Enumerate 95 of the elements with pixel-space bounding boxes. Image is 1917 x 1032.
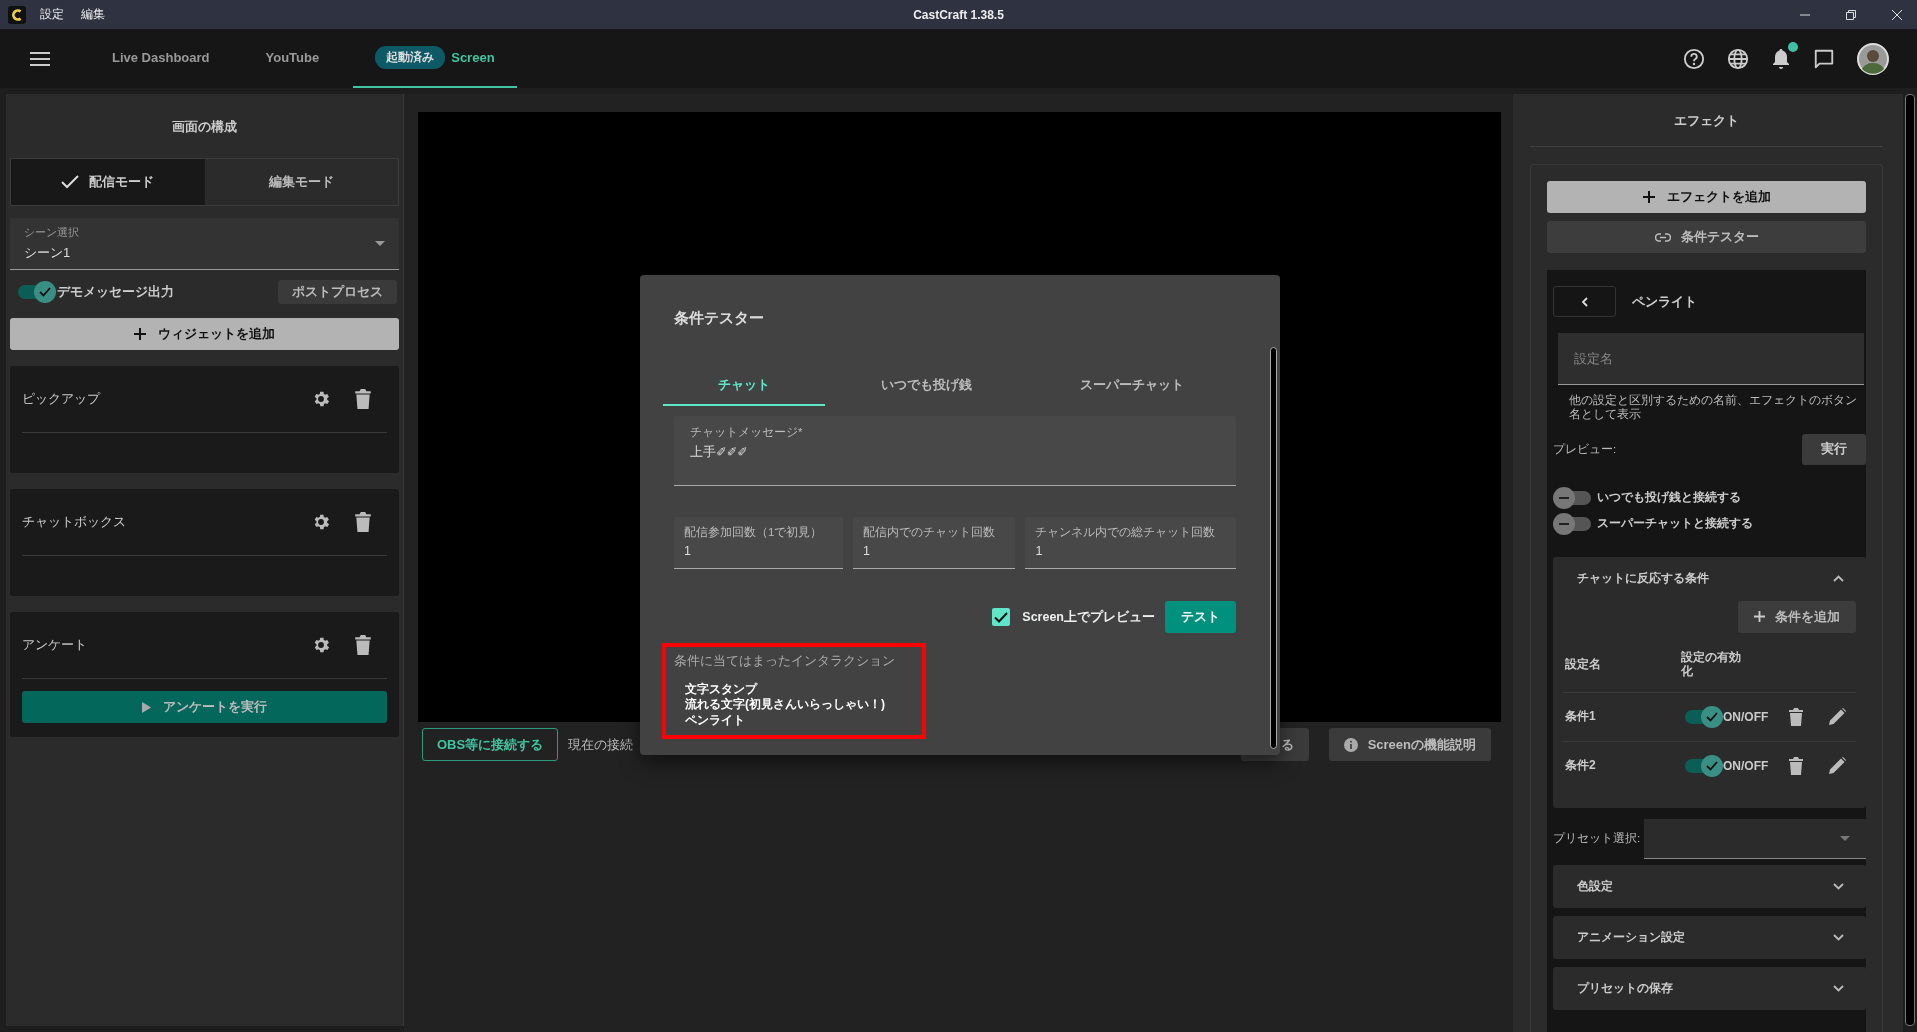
mode-tab[interactable]: 配信モード: [11, 159, 205, 205]
status-badge: 起動済み: [375, 46, 446, 69]
run-survey-button[interactable]: アンケートを実行: [22, 691, 387, 723]
restore-icon[interactable]: [1845, 8, 1857, 21]
pencil-icon[interactable]: [1829, 708, 1846, 726]
trash-icon[interactable]: [355, 512, 371, 532]
run-button[interactable]: 実行: [1802, 433, 1866, 465]
chevron-icon: [1833, 882, 1844, 890]
preset-label: プリセット選択:: [1553, 831, 1641, 847]
check-icon: [1706, 760, 1718, 771]
play-icon: [142, 701, 151, 713]
result-title: 条件に当てはまったインタラクション: [674, 653, 896, 670]
panel-title: エフェクト: [1673, 112, 1740, 130]
toggle-label: デモメッセージ出力: [57, 283, 174, 301]
avatar[interactable]: [1857, 42, 1889, 75]
matched-interaction: 流れる文字(初見さんいらっしゃい！): [684, 697, 886, 713]
condition-name: 条件2: [1565, 757, 1597, 775]
link-icon: [1654, 232, 1671, 242]
matched-interaction: 文字スタンプ: [684, 682, 759, 697]
plus-icon: [1642, 191, 1655, 203]
menu-item[interactable]: 設定: [40, 6, 64, 23]
column-header: 設定の有効化: [1681, 649, 1742, 679]
preset-select[interactable]: [1644, 818, 1866, 859]
minus-icon: [1559, 522, 1569, 525]
dropdown-caret-icon: [1840, 835, 1850, 841]
dialog-tab[interactable]: チャット: [663, 365, 826, 406]
trash-icon[interactable]: [355, 389, 371, 409]
postprocess-button[interactable]: ポストプロセス: [278, 280, 397, 304]
add-condition-button[interactable]: 条件を追加: [1738, 600, 1856, 633]
dialog-tab[interactable]: スーパーチャット: [1027, 365, 1236, 406]
check-icon: [994, 611, 1009, 623]
menu-item[interactable]: 編集: [81, 6, 105, 23]
count-input-field[interactable]: 配信参加回数（1で初見） 1: [674, 517, 843, 569]
nav-tab[interactable]: YouTube: [243, 29, 342, 88]
menu-icon[interactable]: [30, 52, 50, 66]
collapsible-section[interactable]: プリセットの保存: [1553, 966, 1866, 1010]
condition-tester-button[interactable]: 条件テスター: [1547, 221, 1866, 253]
toggle-label: ON/OFF: [1723, 709, 1769, 724]
preview-checkbox[interactable]: [992, 608, 1011, 626]
name-input-field[interactable]: 設定名: [1558, 333, 1864, 385]
chevron-icon: [1833, 984, 1844, 992]
connect-button[interactable]: OBS等に接続する: [422, 728, 559, 761]
add-widget-button[interactable]: ウィジェットを追加: [10, 318, 399, 350]
field-hint: 他の設定と区別するための名前、エフェクトのボタン名として表示: [1569, 393, 1858, 422]
help-icon[interactable]: [1683, 47, 1705, 70]
widget-name: チャットボックス: [22, 513, 127, 531]
checkbox-label: Screen上でプレビュー: [1022, 608, 1155, 626]
effect-name: ペンライト: [1632, 292, 1697, 311]
globe-icon[interactable]: [1727, 47, 1749, 70]
nav-tab[interactable]: Live Dashboard: [90, 29, 232, 88]
help-button[interactable]: Screenの機能説明: [1328, 728, 1491, 761]
collapsible-section[interactable]: アニメーション設定: [1553, 915, 1866, 959]
scrollbar[interactable]: [1905, 94, 1915, 1026]
trash-icon[interactable]: [355, 635, 371, 655]
trash-icon[interactable]: [1789, 756, 1803, 775]
minus-icon: [1559, 496, 1569, 499]
bell-icon[interactable]: [1771, 47, 1791, 70]
column-header: 設定名: [1565, 655, 1602, 673]
chevron-icon: [1833, 575, 1844, 583]
conditions-header[interactable]: チャットに反応する条件: [1563, 556, 1856, 601]
check-icon: [39, 287, 51, 297]
add-effect-button[interactable]: エフェクトを追加: [1547, 181, 1866, 213]
dialog-title: 条件テスター: [674, 309, 765, 328]
collapsible-section[interactable]: 色設定: [1553, 864, 1866, 908]
info-icon: [1343, 737, 1358, 752]
check-icon: [61, 175, 80, 189]
check-icon: [1706, 711, 1718, 722]
connection-text: 現在の接続: [568, 735, 634, 754]
toggle-label: スーパーチャットと接続する: [1597, 515, 1753, 533]
count-input-field[interactable]: 配信内でのチャット回数 1: [852, 517, 1016, 569]
close-icon[interactable]: [1891, 8, 1903, 21]
matched-interaction: ペンライト: [684, 712, 746, 729]
scrollbar[interactable]: [1270, 347, 1277, 749]
toggle-label: いつでも投げ銭と接続する: [1597, 489, 1741, 507]
widget-name: ピックアップ: [22, 390, 102, 408]
widget-name: アンケート: [22, 636, 88, 654]
chevron-icon: [1833, 933, 1844, 941]
chat-icon[interactable]: [1813, 47, 1835, 70]
nav-tab[interactable]: 起動済み Screen: [353, 29, 517, 88]
condition-name: 条件1: [1565, 708, 1597, 726]
count-input-field[interactable]: チャンネル内での総チャット回数 1: [1025, 517, 1236, 569]
dialog-tab[interactable]: いつでも投げ銭: [825, 365, 1028, 406]
message-input-field[interactable]: チャットメッセージ* 上手✐✐✐: [674, 416, 1236, 486]
dropdown-caret-icon: [375, 241, 385, 246]
toggle-label: ON/OFF: [1723, 758, 1769, 773]
app-logo-icon: [8, 5, 26, 24]
trash-icon[interactable]: [1789, 707, 1803, 726]
pencil-icon[interactable]: [1829, 757, 1846, 775]
plus-icon: [1754, 611, 1765, 623]
preview-label: プレビュー:: [1553, 441, 1617, 457]
plus-icon: [134, 328, 146, 340]
window-title: CastCraft 1.38.5: [913, 7, 1004, 22]
chevron-left-icon: [1581, 296, 1588, 307]
panel-title: 画面の構成: [171, 118, 238, 136]
scene-select[interactable]: シーン選択 シーン1: [10, 218, 399, 270]
